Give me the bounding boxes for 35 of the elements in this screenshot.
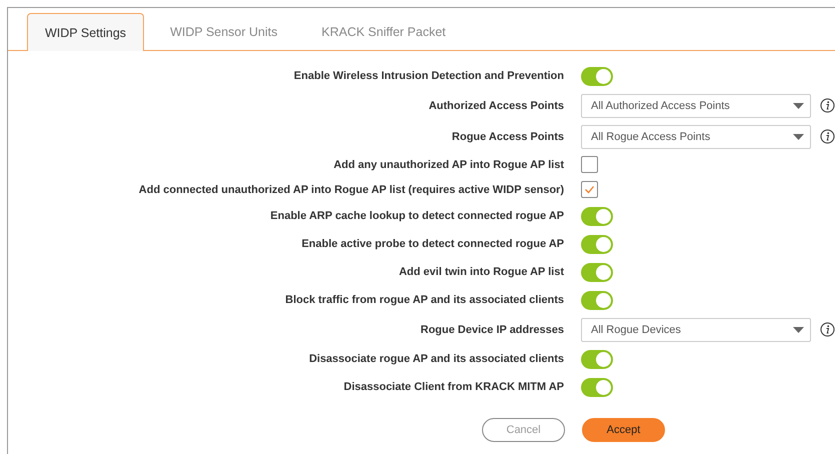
caret-icon <box>793 134 804 140</box>
setting-label: Rogue Device IP addresses <box>420 324 564 336</box>
accept-button[interactable]: Accept <box>582 418 665 442</box>
caret-icon <box>793 326 804 332</box>
toggle-switch[interactable] <box>581 66 613 86</box>
setting-label: Authorized Access Points <box>428 100 564 112</box>
info-icon[interactable] <box>820 98 835 113</box>
toggle-switch[interactable] <box>581 378 613 396</box>
tab[interactable]: KRACK Sniffer Packet <box>304 13 464 50</box>
info-icon[interactable] <box>820 129 835 144</box>
toggle-switch[interactable] <box>581 350 613 368</box>
setting-label: Enable Wireless Intrusion Detection and Prevention <box>294 70 564 82</box>
setting-label: Block traffic from rogue AP and its associated clients <box>285 294 564 306</box>
setting-label: Add connected unauthorized AP into Rogue AP list (requires active WIDP sensor) <box>138 184 564 196</box>
setting-label: Add any unauthorized AP into Rogue AP list <box>334 158 564 170</box>
check-icon <box>584 184 595 195</box>
dropdown[interactable]: All Rogue Devices <box>581 318 811 342</box>
setting-label: Rogue Access Points <box>452 130 564 142</box>
toggle-switch[interactable] <box>581 206 613 226</box>
toggle-switch[interactable] <box>581 262 613 282</box>
dropdown[interactable]: All Rogue Access Points <box>581 124 811 148</box>
tab[interactable]: WIDP Sensor Units <box>152 13 296 50</box>
tab[interactable]: WIDP Settings <box>27 13 144 51</box>
toggle-switch[interactable] <box>581 234 613 254</box>
setting-label: Add evil twin into Rogue AP list <box>398 266 564 278</box>
toggle-switch[interactable] <box>581 290 613 310</box>
caret-icon <box>793 102 804 108</box>
setting-label: Enable active probe to detect connected rogue AP <box>302 238 564 250</box>
info-icon[interactable] <box>820 322 835 337</box>
checkbox[interactable] <box>581 181 598 198</box>
setting-label: Enable ARP cache lookup to detect connected rogue AP <box>270 210 564 222</box>
checkbox[interactable] <box>581 156 598 173</box>
setting-label: Disassociate Client from KRACK MITM AP <box>344 381 564 393</box>
dropdown[interactable]: All Authorized Access Points <box>581 94 811 118</box>
setting-label: Disassociate rogue AP and its associated clients <box>309 353 564 365</box>
